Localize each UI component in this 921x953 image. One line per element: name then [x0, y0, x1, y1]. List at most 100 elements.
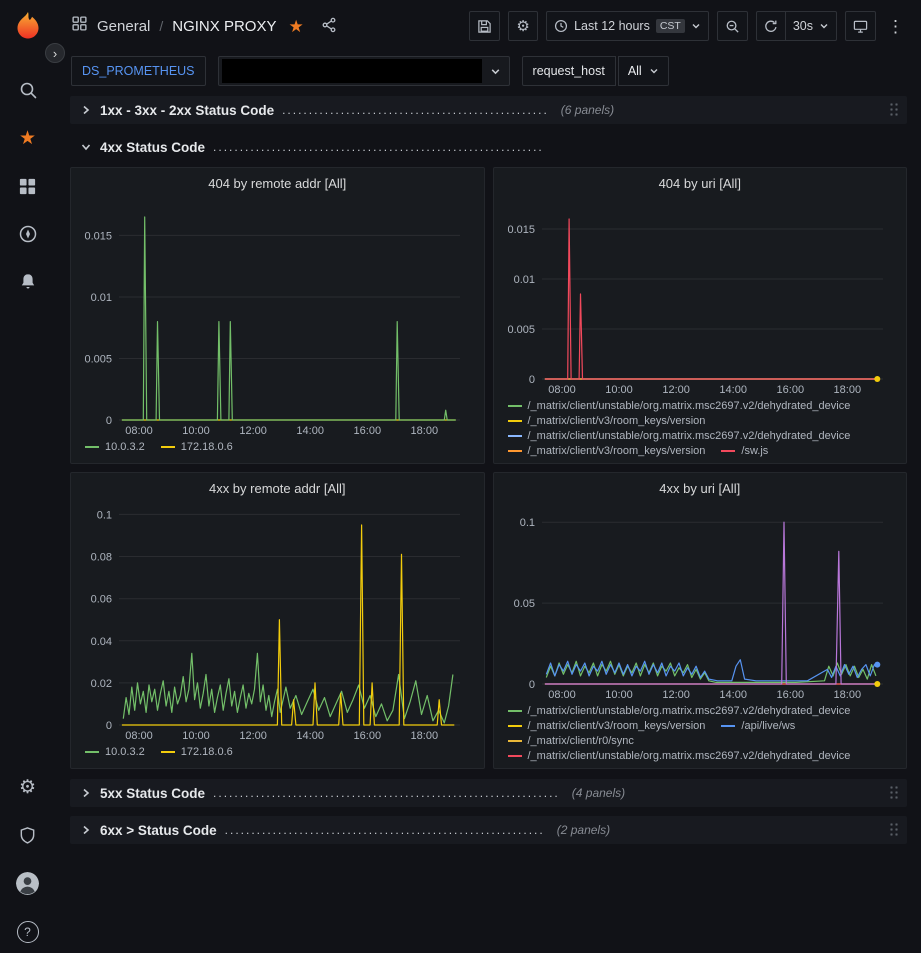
alerting-bell-icon[interactable]: [17, 271, 39, 293]
legend-label: /_matrix/client/v3/room_keys/version: [528, 720, 706, 732]
legend-label: /_matrix/client/v3/room_keys/version: [528, 445, 706, 457]
help-icon[interactable]: ?: [17, 921, 39, 943]
timeseries-chart[interactable]: 00.020.040.060.080.108:0010:0012:0014:00…: [79, 498, 476, 743]
legend-label: /_matrix/client/v3/room_keys/version: [528, 415, 706, 427]
tv-mode-button[interactable]: [845, 11, 876, 41]
svg-text:10:00: 10:00: [182, 730, 210, 742]
panel-title[interactable]: 404 by remote addr [All]: [79, 176, 476, 191]
timezone-badge: CST: [656, 19, 685, 33]
row-drag-handle[interactable]: [889, 785, 899, 801]
datasource-variable-dropdown[interactable]: [218, 56, 510, 86]
panel-4xx-by-uri: 4xx by uri [All] 00.050.108:0010:0012:00…: [493, 472, 908, 769]
legend-item[interactable]: /_matrix/client/r0/sync: [508, 735, 634, 747]
share-icon[interactable]: [319, 17, 339, 35]
legend-item[interactable]: /_matrix/client/unstable/org.matrix.msc2…: [508, 400, 851, 412]
redacted-value: [222, 59, 482, 83]
svg-text:0.05: 0.05: [513, 598, 534, 610]
legend-color-swatch: [161, 446, 175, 448]
dashboards-icon[interactable]: [17, 175, 39, 197]
row-5xx-status-code[interactable]: 5xx Status Code ........................…: [70, 779, 907, 807]
legend-color-swatch: [508, 725, 522, 727]
panel-title[interactable]: 4xx by remote addr [All]: [79, 481, 476, 496]
avatar[interactable]: [16, 872, 39, 895]
time-range-picker[interactable]: Last 12 hours CST: [546, 11, 709, 41]
svg-text:18:00: 18:00: [833, 689, 861, 701]
zoom-out-button[interactable]: [717, 11, 748, 41]
server-admin-shield-icon[interactable]: [17, 824, 39, 846]
configuration-gear-icon[interactable]: ⚙: [17, 776, 39, 798]
dashboard-settings-button[interactable]: ⚙: [508, 11, 538, 41]
svg-text:0.015: 0.015: [507, 224, 535, 236]
chevron-right-icon: ›: [53, 47, 57, 60]
legend-item[interactable]: 10.0.3.2: [85, 746, 145, 758]
legend-label: /_matrix/client/r0/sync: [528, 735, 634, 747]
chevron-right-icon: [80, 787, 92, 799]
favorite-star-icon[interactable]: ★: [288, 18, 303, 35]
legend-item[interactable]: /_matrix/client/unstable/org.matrix.msc2…: [508, 750, 851, 762]
sidebar-expand-button[interactable]: ›: [45, 43, 65, 63]
panel-title[interactable]: 404 by uri [All]: [502, 176, 899, 191]
row-panel-count: (2 panels): [557, 823, 610, 837]
dashboard-title[interactable]: NGINX PROXY: [172, 18, 276, 35]
kebab-menu-icon[interactable]: ⋮: [884, 18, 907, 35]
legend-label: /_matrix/client/unstable/org.matrix.msc2…: [528, 750, 851, 762]
svg-text:18:00: 18:00: [411, 730, 439, 742]
legend-label: /_matrix/client/unstable/org.matrix.msc2…: [528, 400, 851, 412]
svg-text:0.1: 0.1: [97, 509, 112, 521]
chevron-right-icon: [80, 104, 92, 116]
svg-text:12:00: 12:00: [239, 730, 267, 742]
explore-compass-icon[interactable]: [17, 223, 39, 245]
breadcrumb-folder[interactable]: General: [97, 18, 150, 35]
row-drag-handle[interactable]: [889, 102, 899, 118]
legend-item[interactable]: /_matrix/client/unstable/org.matrix.msc2…: [508, 705, 851, 717]
svg-text:08:00: 08:00: [125, 425, 153, 437]
legend-color-swatch: [508, 755, 522, 757]
chevron-down-icon: [649, 66, 659, 76]
timeseries-chart[interactable]: 00.0050.010.01508:0010:0012:0014:0016:00…: [79, 193, 476, 438]
dashboard-content: 1xx - 3xx - 2xx Status Code ............…: [55, 92, 921, 953]
row-1xx-3xx-2xx-status-code[interactable]: 1xx - 3xx - 2xx Status Code ............…: [70, 96, 907, 124]
row-drag-handle[interactable]: [889, 822, 899, 838]
chevron-down-icon: [819, 21, 829, 31]
row-dots: ........................................…: [213, 140, 544, 154]
save-dashboard-button[interactable]: [469, 11, 500, 41]
legend-label: /_matrix/client/unstable/org.matrix.msc2…: [528, 430, 851, 442]
panel-title[interactable]: 4xx by uri [All]: [502, 481, 899, 496]
svg-text:18:00: 18:00: [411, 425, 439, 437]
starred-dashboards-icon[interactable]: ★: [17, 127, 39, 149]
legend-label: /_matrix/client/unstable/org.matrix.msc2…: [528, 705, 851, 717]
refresh-button[interactable]: [756, 11, 786, 41]
legend-item[interactable]: /_matrix/client/v3/room_keys/version: [508, 720, 706, 732]
svg-text:0.02: 0.02: [91, 678, 112, 690]
timeseries-chart[interactable]: 00.0050.010.01508:0010:0012:0014:0016:00…: [502, 193, 899, 397]
variables-bar: DS_PROMETHEUS request_host All: [55, 52, 921, 92]
legend-item[interactable]: 10.0.3.2: [85, 441, 145, 453]
row-6xx-status-code[interactable]: 6xx > Status Code ......................…: [70, 816, 907, 844]
row-title: 6xx > Status Code: [100, 823, 217, 838]
legend-color-swatch: [721, 725, 735, 727]
datasource-variable-label[interactable]: DS_PROMETHEUS: [71, 56, 206, 86]
legend-item[interactable]: /_matrix/client/v3/room_keys/version: [508, 415, 706, 427]
legend-item[interactable]: /api/live/ws: [721, 720, 795, 732]
breadcrumb-separator: /: [159, 18, 163, 34]
panel-404-by-remote-addr: 404 by remote addr [All] 00.0050.010.015…: [70, 167, 485, 464]
refresh-interval-dropdown[interactable]: 30s: [786, 11, 837, 41]
search-icon[interactable]: [17, 79, 39, 101]
clock-icon: [554, 19, 568, 33]
legend-item[interactable]: /sw.js: [721, 445, 768, 457]
legend-item[interactable]: 172.18.0.6: [161, 441, 233, 453]
request-host-variable: request_host All: [522, 56, 669, 86]
timeseries-chart[interactable]: 00.050.108:0010:0012:0014:0016:0018:00: [502, 498, 899, 702]
request-host-dropdown[interactable]: All: [618, 56, 669, 86]
legend-label: 172.18.0.6: [181, 746, 233, 758]
legend-label: 10.0.3.2: [105, 746, 145, 758]
legend-item[interactable]: 172.18.0.6: [161, 746, 233, 758]
row-4xx-status-code[interactable]: 4xx Status Code ........................…: [70, 133, 907, 161]
grafana-logo[interactable]: [12, 10, 44, 47]
gear-icon: ⚙: [19, 778, 36, 797]
svg-text:16:00: 16:00: [776, 384, 804, 396]
legend-item[interactable]: /_matrix/client/v3/room_keys/version: [508, 445, 706, 457]
legend-item[interactable]: /_matrix/client/unstable/org.matrix.msc2…: [508, 430, 851, 442]
svg-text:14:00: 14:00: [296, 425, 324, 437]
row-panel-count: (4 panels): [572, 786, 625, 800]
